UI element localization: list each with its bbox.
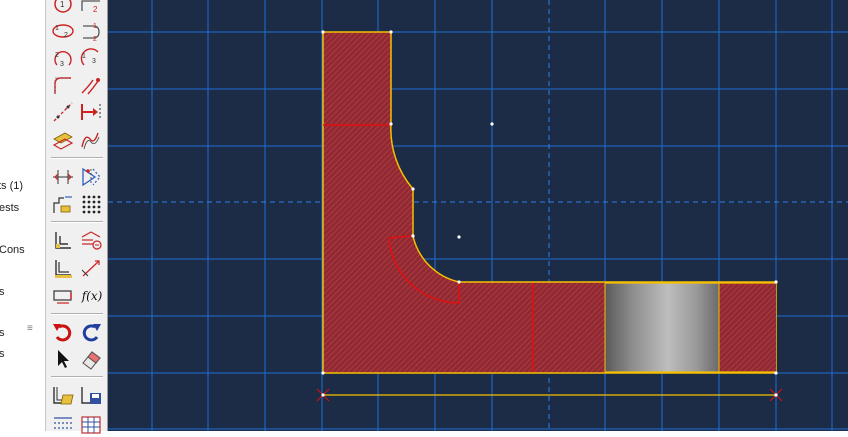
toolbox-separator-highlight bbox=[51, 314, 103, 315]
model-tree-panel: ts (1) ests Cons s s s ≡ bbox=[0, 0, 45, 431]
dot-array-icon[interactable] bbox=[78, 192, 104, 216]
tree-item-interaction-properties[interactable]: ests bbox=[0, 202, 19, 214]
offset-curve-icon[interactable] bbox=[78, 73, 104, 97]
sketch-canvas[interactable] bbox=[108, 0, 848, 431]
tree-item-connectors[interactable]: s bbox=[0, 286, 5, 298]
translate-icon[interactable] bbox=[50, 192, 76, 216]
arc-tangent-icon[interactable]: 12 bbox=[78, 19, 104, 43]
arc-3pt-icon[interactable]: 13 bbox=[78, 46, 104, 70]
svg-text:3: 3 bbox=[60, 61, 64, 68]
linear-pattern-icon[interactable] bbox=[50, 256, 76, 280]
steel-insert-region bbox=[605, 283, 719, 372]
vertex-grid-icon[interactable] bbox=[78, 165, 104, 189]
scale-icon[interactable] bbox=[78, 228, 104, 252]
svg-text:2: 2 bbox=[55, 52, 59, 59]
svg-text:2: 2 bbox=[64, 32, 68, 39]
svg-text:1: 1 bbox=[60, 0, 65, 9]
tree-item-fields[interactable]: s bbox=[0, 327, 5, 339]
function-label: f(x) bbox=[81, 289, 103, 303]
svg-text:1: 1 bbox=[82, 53, 86, 60]
table-icon[interactable] bbox=[78, 413, 104, 437]
undo-icon[interactable] bbox=[50, 320, 76, 344]
dimension-arrow-icon[interactable] bbox=[78, 100, 104, 124]
circle-center-icon[interactable]: 1 bbox=[50, 0, 76, 16]
toolbox-separator-highlight bbox=[51, 222, 103, 223]
redo-icon[interactable] bbox=[78, 320, 104, 344]
tree-item-interactions[interactable]: ts (1) bbox=[0, 180, 23, 192]
project-edges-icon[interactable] bbox=[50, 128, 76, 152]
parameter-icon[interactable] bbox=[78, 128, 104, 152]
grid-settings-icon[interactable] bbox=[50, 284, 76, 308]
sketch-toolbox: 1 2 12 12 23 13 f(x) bbox=[45, 0, 108, 434]
svg-text:2: 2 bbox=[93, 5, 98, 14]
select-pointer-icon[interactable] bbox=[50, 347, 76, 371]
toolbox-separator-highlight bbox=[51, 158, 103, 159]
eraser-icon[interactable] bbox=[78, 347, 104, 371]
svg-text:2: 2 bbox=[93, 36, 97, 42]
mirror-icon[interactable] bbox=[50, 165, 76, 189]
spline-icon[interactable]: 2 bbox=[78, 0, 104, 16]
construction-line-icon[interactable] bbox=[50, 100, 76, 124]
svg-text:1: 1 bbox=[93, 23, 97, 30]
save-sketch-icon[interactable] bbox=[78, 383, 104, 407]
ellipse-icon[interactable]: 12 bbox=[50, 19, 76, 43]
panel-splitter-handle[interactable]: ≡ bbox=[27, 322, 35, 336]
tree-item-amplitudes[interactable]: s bbox=[0, 348, 5, 360]
open-sketch-icon[interactable] bbox=[50, 383, 76, 407]
toolbox-separator-highlight bbox=[51, 377, 103, 378]
list-icon[interactable] bbox=[50, 413, 76, 437]
tree-item-constraints[interactable]: Cons bbox=[0, 244, 25, 256]
dimension-radial-icon[interactable] bbox=[78, 256, 104, 280]
fillet-icon[interactable] bbox=[50, 73, 76, 97]
function-icon[interactable]: f(x) bbox=[78, 284, 106, 308]
insert-right-hatch bbox=[719, 283, 776, 372]
constraint-icon[interactable] bbox=[50, 228, 76, 252]
sketch-viewport[interactable] bbox=[108, 0, 848, 431]
svg-text:3: 3 bbox=[92, 58, 96, 65]
svg-text:1: 1 bbox=[55, 25, 59, 32]
circle-3pt-icon[interactable]: 23 bbox=[50, 46, 76, 70]
